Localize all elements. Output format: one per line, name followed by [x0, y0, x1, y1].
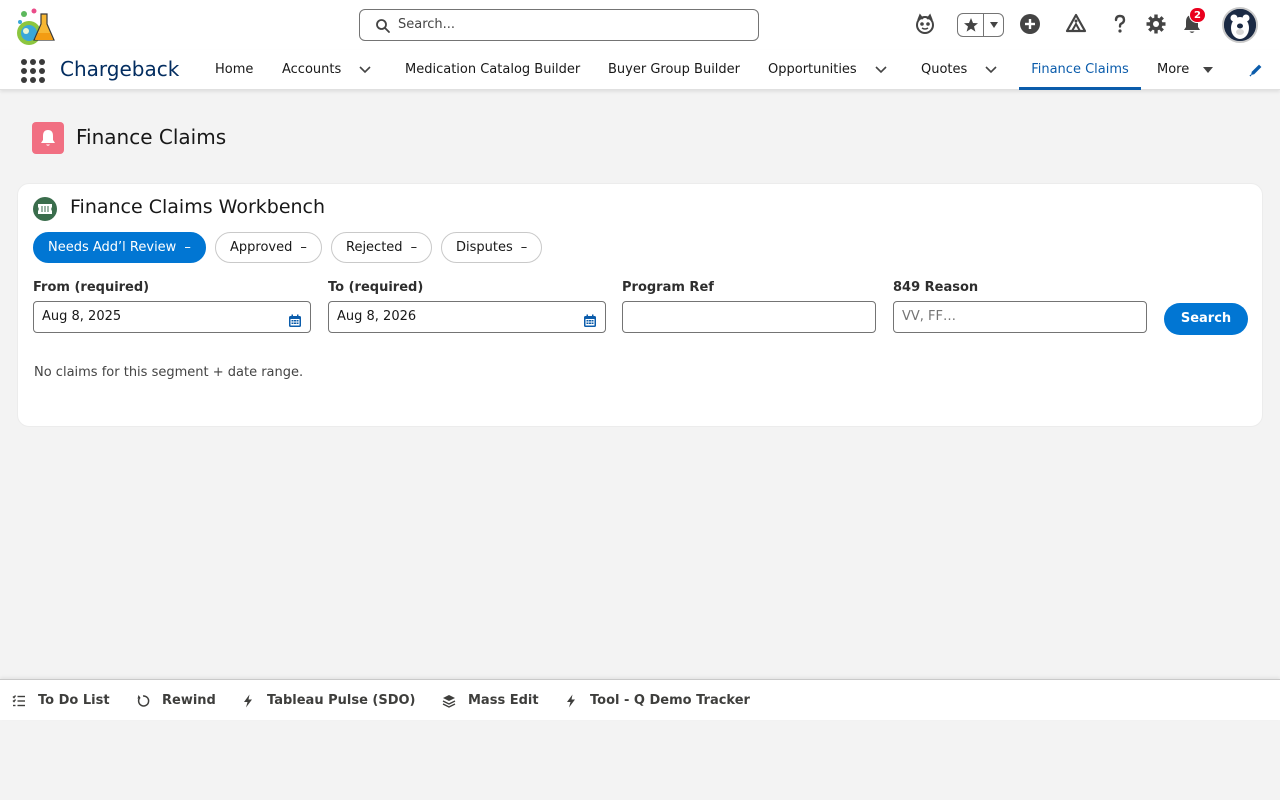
- 849-reason-label: 849 Reason: [893, 280, 979, 295]
- favorites-group: [957, 13, 1004, 37]
- notification-count-badge: 2: [1189, 7, 1206, 23]
- empty-state-message: No claims for this segment + date range.: [34, 365, 304, 380]
- utility-label: Mass Edit: [468, 693, 539, 708]
- utility-label: To Do List: [38, 693, 110, 708]
- utility-label: Tableau Pulse (SDO): [267, 693, 416, 708]
- from-date-value: Aug 8, 2025: [42, 309, 122, 324]
- app-launcher-icon[interactable]: [20, 58, 45, 83]
- favorites-star-icon[interactable]: [961, 16, 981, 34]
- global-header: Search... 2: [0, 0, 1280, 50]
- trailhead-icon[interactable]: [1063, 11, 1089, 37]
- accounts-chevron-down-icon[interactable]: [357, 62, 373, 78]
- finance-claims-bell-icon: [32, 122, 64, 154]
- app-name: Chargeback: [60, 57, 180, 81]
- nav-item-buyer-group-builder[interactable]: Buyer Group Builder: [608, 50, 740, 90]
- add-icon[interactable]: [1017, 11, 1043, 37]
- astro-icon[interactable]: [912, 11, 938, 37]
- segment-label: Approved: [230, 240, 293, 255]
- from-date-label: From (required): [33, 280, 150, 295]
- nav-item-more[interactable]: More: [1157, 50, 1189, 90]
- page-title: Finance Claims: [76, 125, 227, 149]
- utility-mass-edit[interactable]: Mass Edit: [442, 680, 539, 721]
- checklist-icon: [12, 694, 26, 708]
- utility-label: Tool - Q Demo Tracker: [590, 693, 750, 708]
- search-icon: [375, 18, 391, 34]
- program-ref-input[interactable]: [622, 301, 876, 333]
- segment-disputes[interactable]: Disputes –: [441, 232, 543, 263]
- help-icon[interactable]: [1107, 11, 1133, 37]
- global-search-input[interactable]: Search...: [359, 9, 759, 41]
- search-placeholder: Search...: [398, 17, 456, 32]
- segment-approved[interactable]: Approved –: [215, 232, 322, 263]
- setup-gear-icon[interactable]: [1143, 11, 1169, 37]
- nav-item-finance-claims[interactable]: Finance Claims: [1019, 50, 1141, 90]
- edit-nav-pencil-icon[interactable]: [1248, 62, 1264, 78]
- more-caret-down-icon[interactable]: [1200, 62, 1216, 78]
- search-button[interactable]: Search: [1164, 303, 1248, 335]
- utility-tableau-pulse[interactable]: Tableau Pulse (SDO): [241, 680, 416, 721]
- nav-item-quotes[interactable]: Quotes: [921, 50, 967, 90]
- card-title: Finance Claims Workbench: [70, 196, 326, 218]
- segment-count: –: [300, 240, 307, 255]
- favorites-dropdown-icon[interactable]: [986, 16, 1002, 34]
- utility-label: Rewind: [162, 693, 216, 708]
- rewind-icon: [136, 694, 150, 708]
- user-avatar[interactable]: [1222, 7, 1258, 43]
- utility-bar: To Do List Rewind Tableau Pulse (SDO) Ma…: [0, 679, 1280, 720]
- calendar-icon[interactable]: [288, 310, 302, 327]
- app-nav-bar: Chargeback Home Accounts Medication Cata…: [0, 50, 1280, 90]
- nav-item-opportunities[interactable]: Opportunities: [768, 50, 857, 90]
- lightning-icon: [564, 694, 578, 708]
- segment-label: Disputes: [456, 240, 513, 255]
- 849-reason-placeholder: VV, FF…: [902, 309, 957, 324]
- org-logo[interactable]: [14, 6, 56, 46]
- utility-to-do-list[interactable]: To Do List: [12, 680, 110, 721]
- segment-count: –: [184, 240, 191, 255]
- to-date-input[interactable]: Aug 8, 2026: [328, 301, 606, 333]
- utility-rewind[interactable]: Rewind: [136, 680, 216, 721]
- segment-count: –: [410, 240, 418, 255]
- segment-needs-addl-review[interactable]: Needs Add’l Review –: [33, 232, 206, 263]
- nav-item-accounts[interactable]: Accounts: [282, 50, 341, 90]
- to-date-label: To (required): [328, 280, 424, 295]
- calendar-icon[interactable]: [583, 310, 597, 327]
- ticket-icon: [33, 197, 57, 221]
- quotes-chevron-down-icon[interactable]: [983, 62, 999, 78]
- utility-tool-q-demo-tracker[interactable]: Tool - Q Demo Tracker: [564, 680, 750, 721]
- to-date-value: Aug 8, 2026: [337, 309, 417, 324]
- favorites-divider: [983, 14, 984, 36]
- finance-claims-workbench-card: Finance Claims Workbench Needs Add’l Rev…: [17, 183, 1263, 427]
- segment-label: Needs Add’l Review: [48, 240, 177, 255]
- opportunities-chevron-down-icon[interactable]: [873, 62, 889, 78]
- nav-item-home[interactable]: Home: [215, 50, 253, 90]
- segment-count: –: [520, 240, 528, 255]
- from-date-input[interactable]: Aug 8, 2025: [33, 301, 311, 333]
- program-ref-label: Program Ref: [622, 280, 714, 295]
- nav-item-medication-catalog-builder[interactable]: Medication Catalog Builder: [405, 50, 580, 90]
- layers-icon: [442, 694, 456, 708]
- 849-reason-input[interactable]: VV, FF…: [893, 301, 1147, 333]
- lightning-icon: [241, 694, 255, 708]
- segment-rejected[interactable]: Rejected –: [331, 232, 433, 263]
- segment-label: Rejected: [346, 240, 403, 255]
